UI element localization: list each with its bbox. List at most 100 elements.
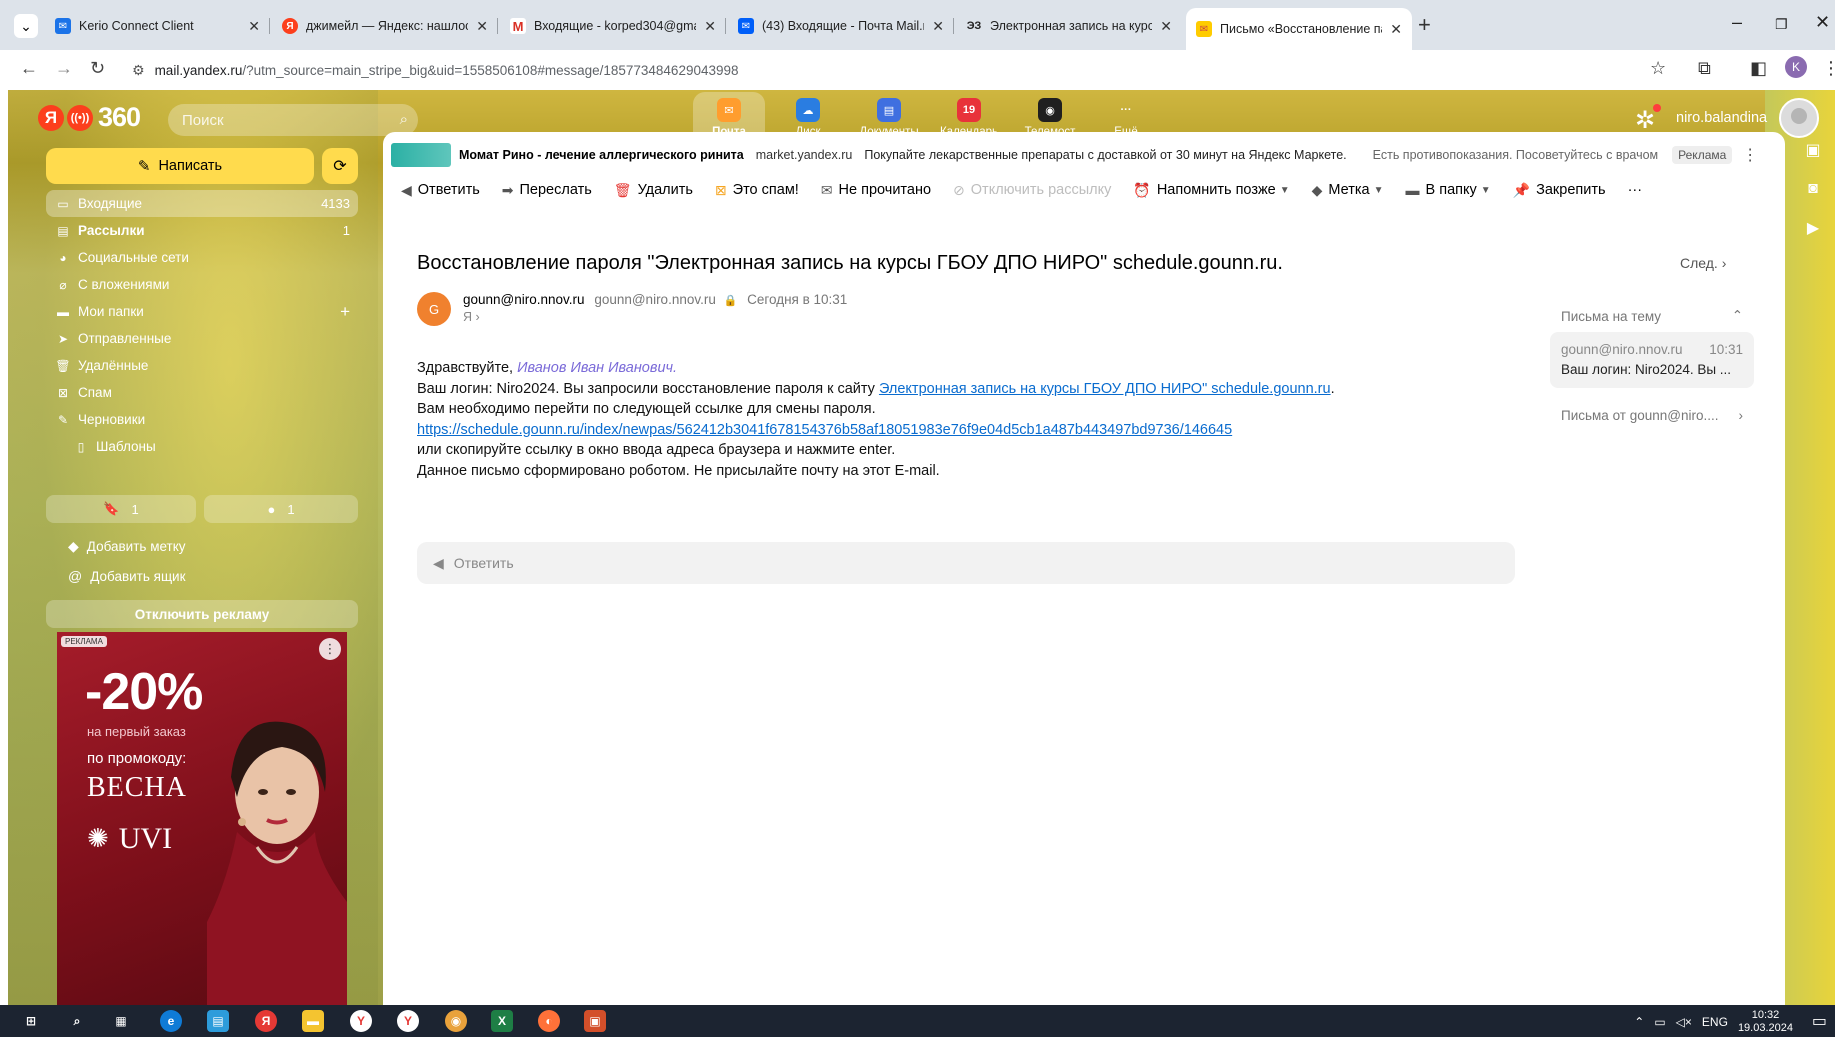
sender-address[interactable]: gounn@niro.nnov.ru (594, 292, 716, 307)
store-icon[interactable]: ▤ (207, 1010, 229, 1032)
direct-ad-line[interactable]: Момат Рино - лечение аллергического рини… (391, 142, 1781, 168)
tab-search-button[interactable]: ⌄ (14, 14, 38, 38)
browser-tab[interactable]: ✉ (43) Входящие - Почта Mail.ru ✕ (728, 10, 954, 42)
browser-tab[interactable]: ЭЗ Электронная запись на курсы ✕ (956, 10, 1182, 42)
folder-sent[interactable]: ➤ Отправленные (46, 325, 358, 352)
browser-tab-active[interactable]: ✉ Письмо «Восстановление пар ✕ (1186, 8, 1412, 50)
next-message-link[interactable]: След. › (1680, 255, 1726, 271)
chat-icon[interactable]: ◙ (1808, 180, 1818, 198)
close-tab-icon[interactable]: ✕ (476, 18, 488, 35)
close-tab-icon[interactable]: ✕ (1390, 21, 1402, 38)
restore-button[interactable]: ❐ (1775, 16, 1788, 33)
letters-from-sender-link[interactable]: Письма от gounn@niro.... › (1561, 408, 1743, 423)
folder-newsletters[interactable]: ▤ Рассылки 1 (46, 217, 358, 244)
folder-trash[interactable]: 🗑 Удалённые (46, 352, 358, 379)
file-explorer-icon[interactable]: ▬ (302, 1010, 324, 1032)
site-settings-icon[interactable]: ⚙ (132, 62, 145, 79)
bookmarked-filter[interactable]: 🔖 1 (46, 495, 196, 523)
language-indicator[interactable]: ENG (1702, 1015, 1728, 1029)
yandex-icon[interactable]: Y (397, 1010, 419, 1032)
browser-tab[interactable]: M Входящие - korped304@gmail ✕ (500, 10, 726, 42)
folder-social[interactable]: ◕ Социальные сети (46, 244, 358, 271)
settings-gear-icon[interactable]: ✲ (1635, 106, 1655, 135)
notification-center-icon[interactable]: ▭ (1812, 1011, 1827, 1031)
clock[interactable]: 10:32 19.03.2024 (1738, 1009, 1793, 1035)
folder-drafts[interactable]: ✎ Черновики (46, 406, 358, 433)
close-tab-icon[interactable]: ✕ (704, 18, 716, 35)
yandex-360-logo[interactable]: Я ((•)) 360 (38, 102, 141, 133)
minimize-button[interactable]: – (1732, 12, 1742, 33)
folder-my-folders[interactable]: ▬ Мои папки + (46, 298, 358, 325)
add-folder-icon[interactable]: + (340, 302, 350, 322)
quick-reply-box[interactable]: ◀ Ответить (417, 542, 1515, 584)
browser-tab[interactable]: Я джимейл — Яндекс: нашлось ✕ (272, 10, 498, 42)
video-call-icon[interactable]: ▶ (1807, 218, 1819, 238)
forward-button[interactable]: ➡ Переслать (502, 182, 592, 199)
unread-filter[interactable]: ● 1 (204, 495, 358, 523)
sender-name[interactable]: gounn@niro.nnov.ru (463, 292, 585, 307)
volume-icon[interactable]: ◁× (1676, 1015, 1692, 1029)
delete-button[interactable]: 🗑 Удалить (614, 182, 693, 199)
chrome-icon[interactable]: ◉ (445, 1010, 467, 1032)
new-tab-button[interactable]: + (1418, 12, 1431, 38)
username[interactable]: niro.balandina (1676, 110, 1767, 126)
task-view-icon[interactable]: ▦ (110, 1010, 132, 1032)
folder-inbox[interactable]: ▭ Входящие 4133 (46, 190, 358, 217)
url-field[interactable]: ⚙ mail.yandex.ru/?utm_source=main_stripe… (120, 55, 1680, 85)
chevron-up-icon[interactable]: ⌃ (1634, 1015, 1644, 1029)
sender-avatar[interactable]: G (417, 292, 451, 326)
edge-icon[interactable]: e (160, 1010, 182, 1032)
search-icon[interactable]: ⌕ (66, 1010, 88, 1032)
spam-button[interactable]: ⊠ Это спам! (715, 182, 799, 199)
mark-unread-button[interactable]: ✉ Не прочитано (821, 182, 931, 199)
compose-button[interactable]: ✎ Написать (46, 148, 314, 184)
close-tab-icon[interactable]: ✕ (932, 18, 944, 35)
forward-arrow-icon[interactable]: → (55, 58, 73, 79)
user-avatar[interactable] (1779, 98, 1819, 138)
move-to-folder-button[interactable]: ▬ В папку ▼ (1406, 182, 1491, 198)
reply-button[interactable]: ◀ Ответить (401, 182, 480, 199)
reset-password-link[interactable]: https://schedule.gounn.ru/index/newpas/5… (417, 422, 1232, 438)
search-icon[interactable]: ⌕ (400, 111, 408, 128)
recipient-line[interactable]: Я › (463, 310, 480, 324)
add-label-link[interactable]: ◆ Добавить метку (68, 534, 186, 558)
more-actions-button[interactable]: ··· (1628, 182, 1643, 198)
bookmark-star-icon[interactable]: ☆ (1650, 58, 1666, 79)
thread-message-card[interactable]: gounn@niro.nnov.ru 10:31 Ваш логин: Niro2… (1550, 332, 1754, 388)
browser-menu-icon[interactable]: ⋮ (1822, 58, 1835, 79)
disable-ads-button[interactable]: Отключить рекламу (46, 600, 358, 628)
close-tab-icon[interactable]: ✕ (248, 18, 260, 35)
folder-attachments[interactable]: ⌀ С вложениями (46, 271, 358, 298)
back-arrow-icon[interactable]: ← (20, 58, 38, 79)
profile-avatar[interactable]: K (1785, 56, 1807, 78)
pin-button[interactable]: 📌 Закрепить (1513, 182, 1606, 199)
label-button[interactable]: ◆ Метка ▼ (1312, 182, 1384, 199)
more-vertical-icon[interactable]: ⋮ (319, 638, 341, 660)
yandex-browser-icon[interactable]: Я (255, 1010, 277, 1032)
browser-tab[interactable]: ✉ Kerio Connect Client ✕ (45, 10, 270, 42)
refresh-button[interactable]: ⟳ (322, 148, 358, 184)
side-panel-icon[interactable]: ◧ (1750, 58, 1767, 79)
unsubscribe-button[interactable]: ⊘ Отключить рассылку (953, 182, 1111, 199)
thread-header[interactable]: Письма на тему ⌃ (1561, 308, 1743, 324)
folder-templates[interactable]: ▯ Шаблоны (46, 433, 358, 460)
site-link[interactable]: Электронная запись на курсы ГБОУ ДПО НИР… (879, 381, 1331, 397)
cloud-disk-icon: ☁ (796, 98, 820, 122)
add-mailbox-link[interactable]: @ Добавить ящик (68, 564, 186, 588)
more-vertical-icon[interactable]: ⋮ (1742, 145, 1758, 165)
notes-icon[interactable]: ▣ (1805, 140, 1820, 160)
remind-later-button[interactable]: ⏰ Напомнить позже ▼ (1133, 182, 1289, 199)
app-icon[interactable]: ▣ (584, 1010, 606, 1032)
close-window-button[interactable]: ✕ (1815, 12, 1830, 33)
ad-banner[interactable]: РЕКЛАМА ⋮ -20% на первый заказ по промок… (57, 632, 347, 1005)
reload-icon[interactable]: ↻ (90, 58, 105, 79)
search-input[interactable]: Поиск ⌕ (168, 104, 418, 136)
firefox-icon[interactable]: ◐ (538, 1010, 560, 1032)
network-icon[interactable]: ▭ (1654, 1015, 1665, 1029)
folder-spam[interactable]: ⊠ Спам (46, 379, 358, 406)
yandex-icon[interactable]: Y (350, 1010, 372, 1032)
extensions-icon[interactable]: ⧉ (1698, 58, 1711, 79)
windows-start-icon[interactable]: ⊞ (20, 1010, 42, 1032)
excel-icon[interactable]: X (491, 1010, 513, 1032)
close-tab-icon[interactable]: ✕ (1160, 18, 1172, 35)
